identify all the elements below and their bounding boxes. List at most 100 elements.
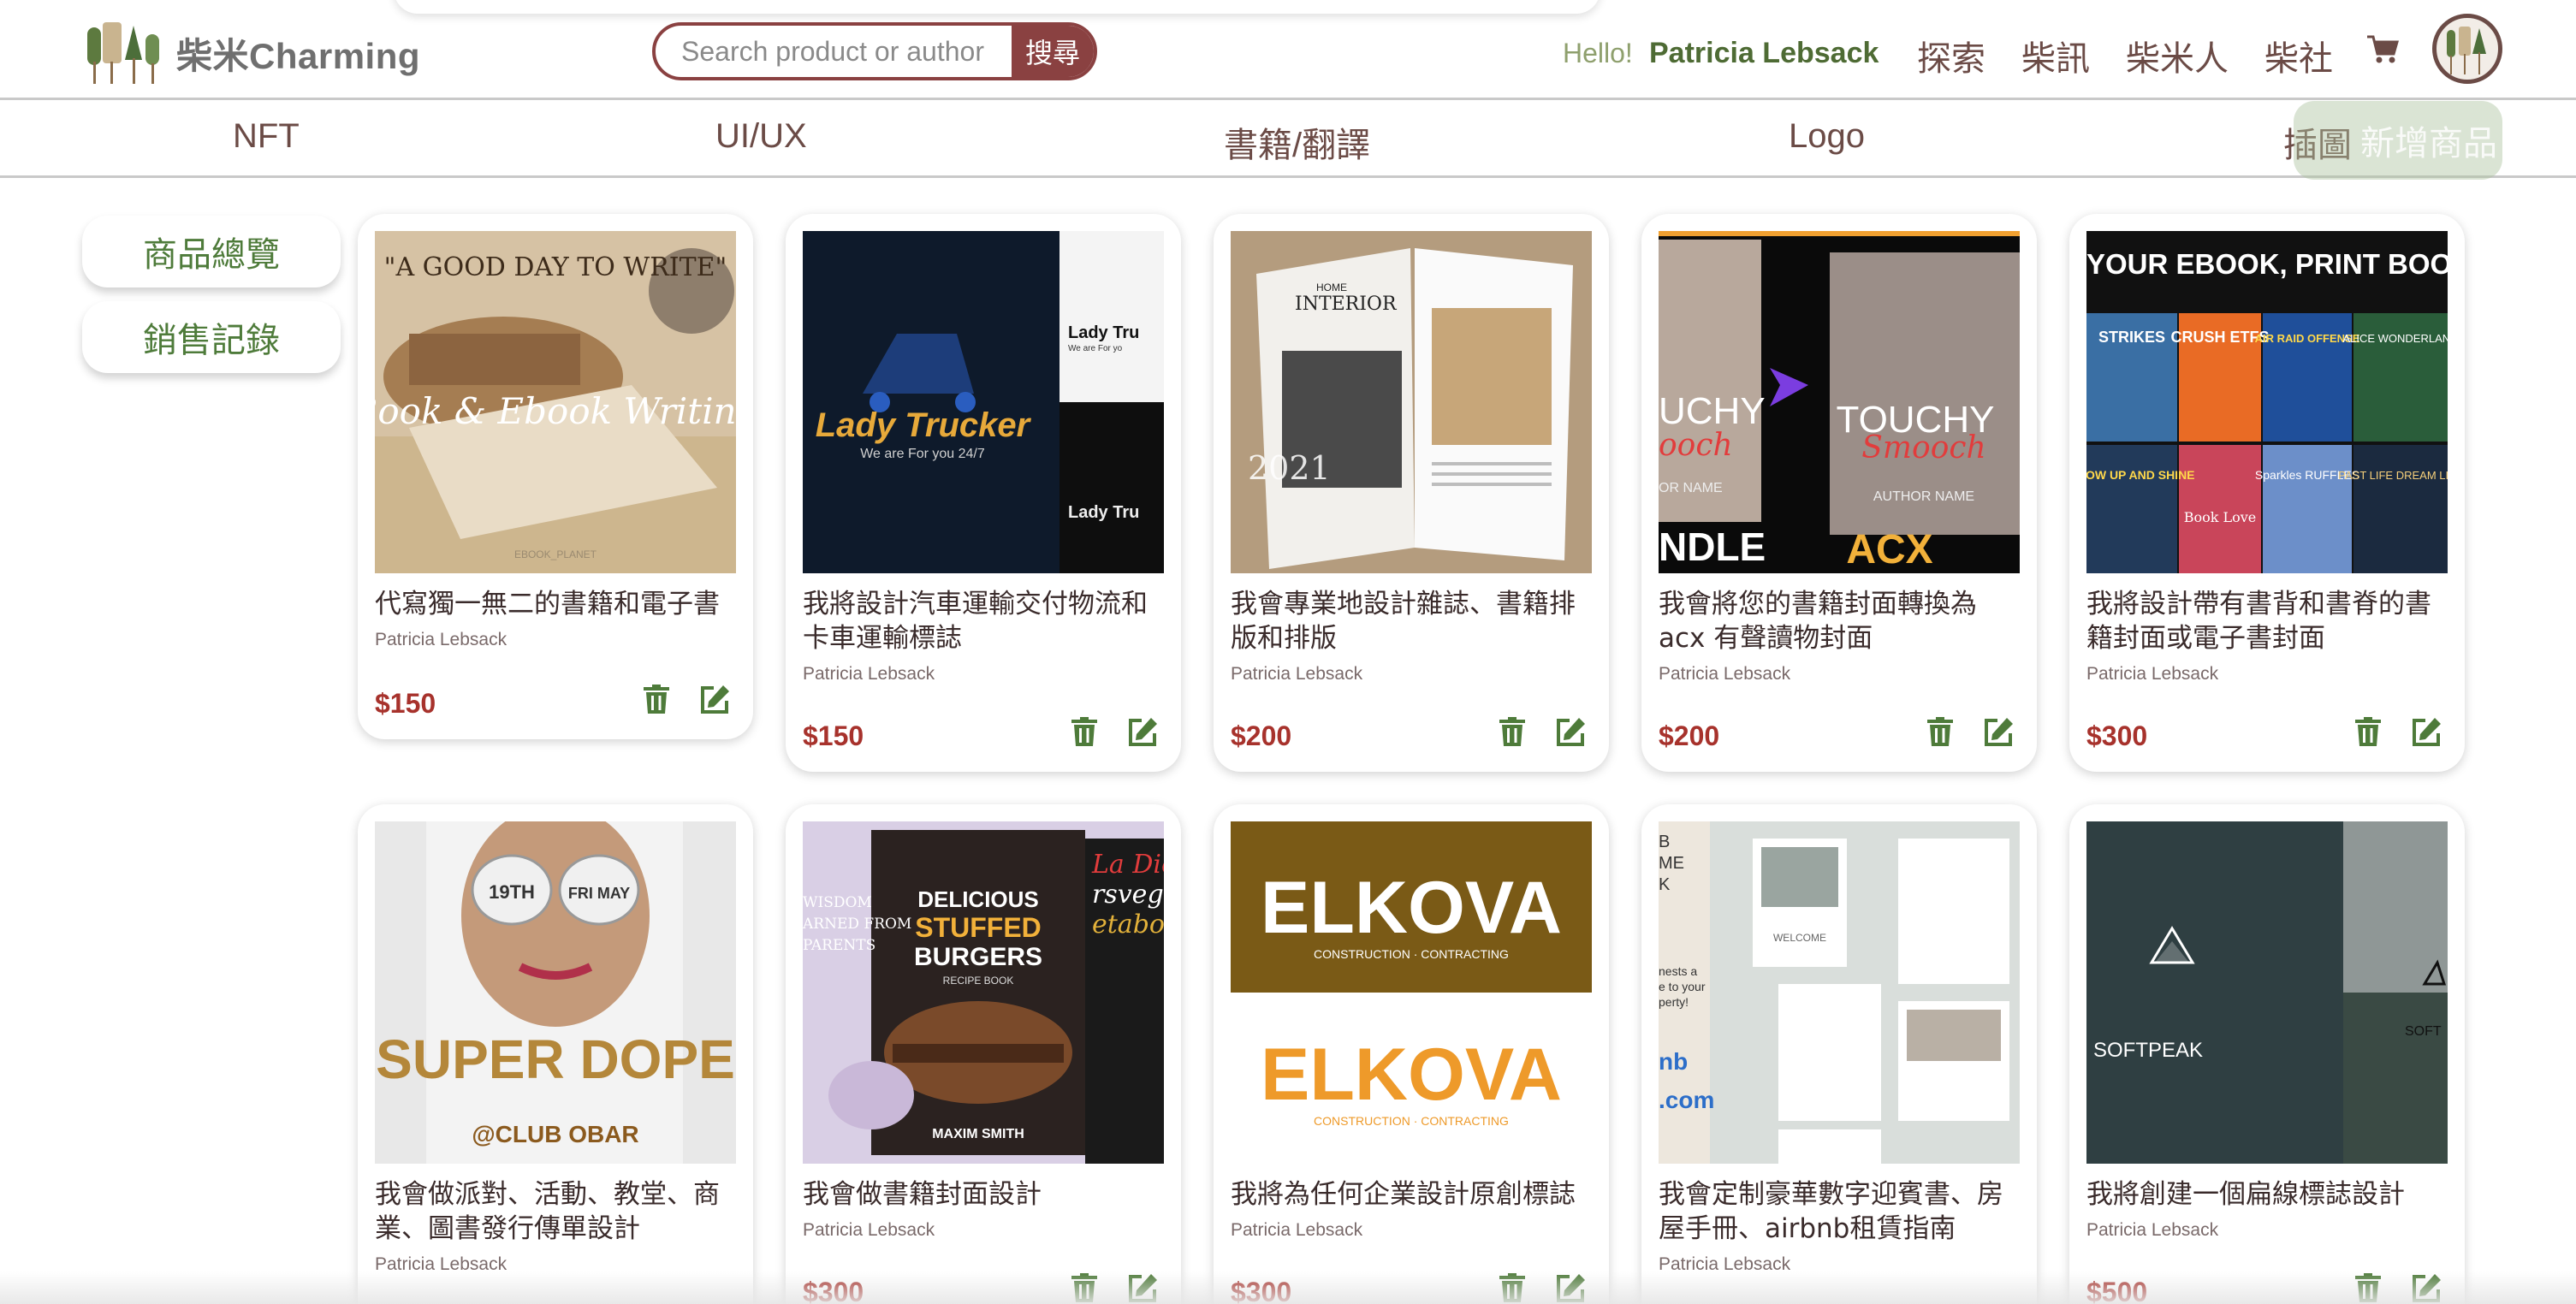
img-text: Lady Tru <box>1068 323 1139 342</box>
product-title[interactable]: 我會做書籍封面設計 <box>803 1177 1167 1212</box>
product-card[interactable]: "A GOOD DAY TO WRITE" Book & Ebook Writi… <box>358 214 753 739</box>
product-title[interactable]: 我會做派對、活動、教堂、商業、圖書發行傳單設計 <box>375 1177 739 1246</box>
product-image[interactable]: YOUR EBOOK, PRINT BOOK, ACX CO STRIKES C… <box>2086 231 2448 573</box>
edit-icon[interactable] <box>1126 715 1159 748</box>
trash-icon[interactable] <box>1496 715 1528 748</box>
edit-icon[interactable] <box>1982 715 2015 748</box>
edit-icon[interactable] <box>2410 1271 2442 1304</box>
category-nft[interactable]: NFT <box>233 117 300 156</box>
img-text: ALICE WONDERLAND <box>2342 332 2448 345</box>
img-text: Lady Trucker <box>816 406 1032 444</box>
category-books[interactable]: 書籍/翻譯 <box>1224 117 1370 167</box>
cart-icon[interactable] <box>2365 33 2400 67</box>
img-text: @CLUB OBAR <box>472 1121 638 1147</box>
category-logo[interactable]: Logo <box>1789 117 1865 156</box>
trash-icon[interactable] <box>1924 715 1956 748</box>
product-title[interactable]: 我會將您的書籍封面轉換為acx 有聲讀物封面 <box>1659 587 2023 655</box>
greeting-text: Hello! <box>1563 38 1633 68</box>
product-author[interactable]: Patricia Lebsack <box>1231 664 1362 685</box>
product-author[interactable]: Patricia Lebsack <box>375 630 507 650</box>
product-author[interactable]: Patricia Lebsack <box>375 1254 507 1275</box>
product-title[interactable]: 我將設計帶有書背和書脊的書籍封面或電子書封面 <box>2086 587 2451 655</box>
product-image[interactable]: SOFTPEAK SOFT <box>2086 821 2448 1164</box>
product-card[interactable]: YOUR EBOOK, PRINT BOOK, ACX CO STRIKES C… <box>2069 214 2465 772</box>
product-image[interactable]: WISDOM ARNED FROM PARENTS DELICIOUS STUF… <box>803 821 1164 1164</box>
trash-icon[interactable] <box>1496 1271 1528 1304</box>
sidebar-sales-records[interactable]: 銷售記錄 <box>82 301 341 373</box>
img-text: AUTHOR NAME <box>1873 489 1974 504</box>
img-text: ARNED FROM <box>803 916 911 933</box>
nav-news[interactable]: 柴訊 <box>2021 31 2090 80</box>
edit-icon[interactable] <box>2410 715 2442 748</box>
sidebar-products-overview[interactable]: 商品總覽 <box>82 216 341 287</box>
product-image[interactable]: ELKOVA CONSTRUCTION · CONTRACTING ELKOVA… <box>1231 821 1592 1164</box>
edit-icon[interactable] <box>1126 1271 1159 1304</box>
product-author[interactable]: Patricia Lebsack <box>1659 664 1790 685</box>
nav-community[interactable]: 柴社 <box>2264 31 2333 80</box>
product-card[interactable]: B ME K nests a e to your perty! nb .com … <box>1641 804 2037 1304</box>
img-text: ELKOVA <box>1261 867 1562 949</box>
img-text: nests a <box>1659 964 1697 978</box>
product-image[interactable]: UCHY ooch OR NAME NDLE TOUCHY Smooch AUT… <box>1659 231 2020 573</box>
img-text: CONSTRUCTION · CONTRACTING <box>1314 1114 1509 1128</box>
trash-icon[interactable] <box>1068 715 1101 748</box>
edit-icon[interactable] <box>1554 715 1587 748</box>
search-input[interactable] <box>656 26 1012 77</box>
product-card[interactable]: ELKOVA CONSTRUCTION · CONTRACTING ELKOVA… <box>1214 804 1609 1304</box>
img-text: PARENTS <box>803 937 875 954</box>
product-price: $150 <box>803 720 864 751</box>
product-price: $500 <box>2086 1277 2148 1304</box>
img-text: SOFTPEAK <box>2093 1039 2203 1062</box>
img-text: RECIPE BOOK <box>943 975 1014 987</box>
product-author[interactable]: Patricia Lebsack <box>803 664 935 685</box>
product-title[interactable]: 我將設計汽車運輸交付物流和卡車運輸標誌 <box>803 587 1167 655</box>
img-text: UCHY <box>1659 390 1766 432</box>
product-card[interactable]: Lady Trucker We are For you 24/7 Lady Tr… <box>786 214 1181 772</box>
product-title[interactable]: 我將為任何企業設計原創標誌 <box>1231 1177 1595 1212</box>
trash-icon[interactable] <box>2352 715 2384 748</box>
img-text: ACX <box>1846 527 1932 572</box>
img-text: SOFT <box>2405 1024 2442 1039</box>
floating-panel-edge <box>394 0 1600 14</box>
product-card[interactable]: WISDOM ARNED FROM PARENTS DELICIOUS STUF… <box>786 804 1181 1304</box>
product-author[interactable]: Patricia Lebsack <box>2086 1220 2218 1241</box>
edit-icon[interactable] <box>698 683 731 715</box>
img-text: .com <box>1659 1087 1714 1113</box>
product-author[interactable]: Patricia Lebsack <box>1659 1254 1790 1275</box>
img-text: Book Love <box>2184 509 2257 525</box>
product-card[interactable]: 19TH FRI MAY SUPER DOPE @CLUB OBAR 我會做派對… <box>358 804 753 1304</box>
img-text: ELKOVA <box>1261 1034 1562 1116</box>
user-name[interactable]: Patricia Lebsack <box>1649 37 1879 70</box>
category-uiux[interactable]: UI/UX <box>715 117 807 156</box>
product-image[interactable]: B ME K nests a e to your perty! nb .com … <box>1659 821 2020 1164</box>
img-text: INTERIOR <box>1295 293 1398 315</box>
product-title[interactable]: 我會定制豪華數字迎賓書、房屋手冊、airbnb租賃指南 <box>1659 1177 2023 1246</box>
product-author[interactable]: Patricia Lebsack <box>2086 664 2218 685</box>
trash-icon[interactable] <box>2352 1271 2384 1304</box>
edit-icon[interactable] <box>1554 1271 1587 1304</box>
product-title[interactable]: 我會專業地設計雜誌、書籍排版和排版 <box>1231 587 1595 655</box>
brand-logo[interactable]: 柴米Charming <box>82 19 420 87</box>
product-image[interactable]: 19TH FRI MAY SUPER DOPE @CLUB OBAR <box>375 821 736 1164</box>
product-image[interactable]: Lady Trucker We are For you 24/7 Lady Tr… <box>803 231 1164 573</box>
avatar[interactable] <box>2432 14 2502 84</box>
product-title[interactable]: 代寫獨一無二的書籍和電子書 <box>375 587 739 621</box>
product-image[interactable]: "A GOOD DAY TO WRITE" Book & Ebook Writi… <box>375 231 736 573</box>
product-author[interactable]: Patricia Lebsack <box>803 1220 935 1241</box>
img-text: e to your <box>1659 980 1706 993</box>
img-text: SUPER DOPE <box>376 1028 735 1090</box>
product-card[interactable]: UCHY ooch OR NAME NDLE TOUCHY Smooch AUT… <box>1641 214 2037 772</box>
nav-explore[interactable]: 探索 <box>1917 31 1985 80</box>
search-button[interactable]: 搜尋 <box>1012 26 1094 77</box>
add-product-button[interactable]: 新增商品 <box>2294 101 2502 180</box>
trash-icon[interactable] <box>640 683 673 715</box>
product-card[interactable]: HOME INTERIOR 2021 我會專業地設計雜誌、書籍排版和排版 Pat… <box>1214 214 1609 772</box>
trash-icon[interactable] <box>1068 1271 1101 1304</box>
product-title[interactable]: 我將創建一個扁線標誌設計 <box>2086 1177 2451 1212</box>
nav-people[interactable]: 柴米人 <box>2126 31 2229 80</box>
product-author[interactable]: Patricia Lebsack <box>1231 1220 1362 1241</box>
product-image[interactable]: HOME INTERIOR 2021 <box>1231 231 1592 573</box>
img-text: EBOOK_PLANET <box>514 548 597 560</box>
product-card[interactable]: SOFTPEAK SOFT 我將創建一個扁線標誌設計 Patricia Lebs… <box>2069 804 2465 1304</box>
img-text: "A GOOD DAY TO WRITE" <box>384 252 727 282</box>
